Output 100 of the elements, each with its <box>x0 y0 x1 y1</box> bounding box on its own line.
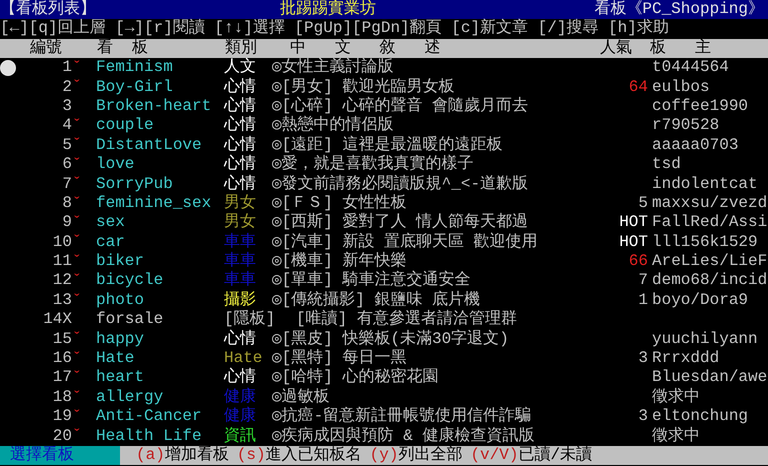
board-name-cell[interactable]: Broken-heart <box>96 96 212 116</box>
moderator-cell: t0444564 <box>652 58 729 76</box>
description-cell: ◎發文前請務必閱讀版規^_<-道歉版 <box>272 174 528 194</box>
key-help-line: [←][q]回上層 [→][r]閱讀 [↑↓]選擇 [PgUp][PgDn]翻頁 [c]新文章 [/]搜尋 [h]求助 <box>0 19 670 39</box>
category-cell: 車車 <box>224 271 256 291</box>
moderator-cell: indolentcat <box>652 174 758 193</box>
popularity-cell: HOT <box>619 213 648 232</box>
unread-mark: ˇ <box>72 373 82 384</box>
board-name-cell[interactable]: photo <box>96 290 144 310</box>
board-name-cell[interactable]: sex <box>96 213 125 233</box>
category-cell-text: 心情 <box>224 155 256 174</box>
board-number: 14X <box>42 310 72 330</box>
board-name-cell[interactable]: feminine_sex <box>96 194 212 214</box>
board-name-cell[interactable]: DistantLove <box>96 136 202 156</box>
description-cell-text: ◎女性主義討論版 <box>272 58 394 78</box>
moderator-cell: boyo/Dora9 <box>652 290 748 309</box>
board-name-cell[interactable]: Health Life <box>96 426 202 446</box>
category-cell-text: 健康 <box>224 388 256 406</box>
moderator-cell: yuuchilyann <box>652 330 758 348</box>
popularity-cell: 64 <box>628 78 648 96</box>
board-number: 11 <box>52 252 72 272</box>
board-number: 9 <box>61 213 72 233</box>
board-number: 17 <box>52 368 72 388</box>
description-cell-text: ◎過敏板 <box>272 388 330 406</box>
unread-mark: ˇ <box>72 354 82 364</box>
unread-mark: ˇ <box>72 121 82 132</box>
board-number: 10 <box>52 232 72 252</box>
unread-mark: ˇ <box>72 334 82 344</box>
board-name: 看板《PC_Shopping》 <box>594 0 765 18</box>
board-number: 16 <box>52 349 72 368</box>
unread-mark: ˇ <box>72 256 82 267</box>
moderator-cell: FallRed/Assi <box>652 213 768 232</box>
board-number: 4 <box>61 116 72 136</box>
board-name-cell[interactable]: Anti-Cancer <box>96 407 202 427</box>
popularity-cell: 3 <box>638 407 648 426</box>
category-cell-text: 攝影 <box>224 290 256 310</box>
description-cell-text: ◎[單車] 騎車注意交通安全 <box>272 271 470 290</box>
category-cell-text: [隱板] <box>224 310 276 330</box>
moderator-cell: Bluesdan/awe <box>652 368 768 386</box>
category-cell: 心情 <box>224 174 256 194</box>
description-cell-text: [唯讀] 有意參選者請洽管理群 <box>295 310 517 330</box>
description-cell-text: ◎[黑特] 每日一黑 <box>272 349 406 368</box>
moderator-cell: eulbos <box>652 78 710 96</box>
board-name-cell[interactable]: forsale <box>96 310 164 330</box>
moderator-cell: 徵求中 <box>652 426 700 445</box>
column-header: 類別 <box>225 38 257 58</box>
board-name-cell[interactable]: Hate <box>96 349 134 368</box>
unread-mark: ˇ <box>72 198 82 209</box>
board-name-cell[interactable]: heart <box>96 368 144 388</box>
description-cell-text: ◎[ＦＳ] 女性性板 <box>272 194 406 212</box>
moderator-cell: r790528 <box>652 116 720 134</box>
unread-mark: ˇ <box>72 140 82 150</box>
board-name-cell[interactable]: Feminism <box>96 58 173 78</box>
unread-mark: ˇ <box>72 218 82 228</box>
category-cell: 心情 <box>224 330 256 350</box>
category-cell-text: 心情 <box>224 136 256 154</box>
category-cell-text: 男女 <box>224 194 256 213</box>
board-number: 1 <box>61 58 72 78</box>
popularity-cell: 5 <box>638 194 648 212</box>
board-name-cell[interactable]: bicycle <box>96 271 164 291</box>
unread-mark: ˇ <box>72 392 82 403</box>
moderator-cell: lll156k1529 <box>652 232 758 251</box>
category-cell-text: 心情 <box>224 96 256 116</box>
column-header: 板 主 <box>650 38 711 58</box>
board-name-cell[interactable]: happy <box>96 330 144 350</box>
moderator-cell: tsd <box>652 155 681 174</box>
moderator-cell: AreLies/LieF <box>652 252 768 270</box>
category-cell-text: 車車 <box>224 252 256 270</box>
description-cell: ◎疾病成因與預防 & 健康檢查資訊版 <box>272 426 534 446</box>
board-name-cell[interactable]: Boy-Girl <box>96 78 173 97</box>
popularity-cell: 3 <box>638 349 648 368</box>
popularity-cell: HOT <box>619 232 648 251</box>
board-number: 3 <box>61 96 72 116</box>
board-name-cell[interactable]: allergy <box>96 388 164 408</box>
category-cell-text: 心情 <box>224 78 256 96</box>
board-number: 12 <box>52 271 72 291</box>
unread-mark: ˇ <box>72 237 82 248</box>
category-cell-text: 人文 <box>224 58 256 78</box>
board-name-cell[interactable]: biker <box>96 252 144 272</box>
description-cell-text: ◎[黑皮] 快樂板(未滿30字退文) <box>272 330 509 349</box>
column-header: 編號 <box>30 38 62 58</box>
board-name-cell[interactable]: love <box>96 155 134 175</box>
column-header: 看 板 <box>97 38 148 58</box>
description-cell-text: ◎[汽車] 新設 置底聊天區 歡迎使用 <box>272 232 538 252</box>
board-name-cell[interactable]: couple <box>96 116 154 136</box>
board-number: 20 <box>52 426 72 446</box>
moderator-cell: maxxsu/zvezd <box>652 194 768 212</box>
unread-mark: ˇ <box>72 62 82 73</box>
screen-title: 【看板列表】 <box>0 0 97 18</box>
board-name-cell[interactable]: SorryPub <box>96 174 173 194</box>
board-number: 19 <box>52 407 72 427</box>
unread-mark: ˇ <box>72 412 82 422</box>
category-cell-text: 心情 <box>224 116 256 136</box>
board-name-cell[interactable]: car <box>96 232 125 252</box>
category-cell-text: 男女 <box>224 213 256 232</box>
board-number: 18 <box>52 388 72 408</box>
command-label: 列出全部 <box>398 446 462 466</box>
board-number: 13 <box>52 290 72 310</box>
board-number: 8 <box>61 194 72 214</box>
command-label: 增加看板 <box>164 446 229 466</box>
